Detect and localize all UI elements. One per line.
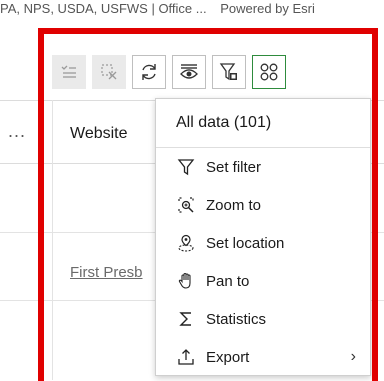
attribution-sources[interactable]: PA, NPS, USDA, USFWS | Office ... bbox=[0, 1, 207, 16]
export-icon bbox=[176, 347, 196, 367]
menu-item-statistics[interactable]: Statistics bbox=[156, 300, 370, 338]
map-attribution: PA, NPS, USDA, USFWS | Office ... Powere… bbox=[0, 0, 384, 18]
menu-item-label: Zoom to bbox=[206, 196, 262, 214]
menu-item-label: Set location bbox=[206, 234, 285, 252]
select-all-icon bbox=[60, 63, 78, 81]
show-selection-icon bbox=[179, 62, 199, 82]
menu-item-set-location[interactable]: Set location bbox=[156, 224, 370, 262]
menu-item-label: Pan to bbox=[206, 272, 250, 290]
set-location-icon bbox=[176, 233, 196, 253]
table-toolbar bbox=[52, 52, 286, 92]
menu-item-label: Set filter bbox=[206, 158, 262, 176]
sigma-icon bbox=[176, 309, 196, 329]
filter-icon bbox=[176, 157, 196, 177]
menu-item-pan-to[interactable]: Pan to bbox=[156, 262, 370, 300]
column-header-website[interactable]: Website bbox=[70, 125, 128, 143]
column-divider bbox=[52, 100, 53, 380]
website-link[interactable]: First Presb bbox=[70, 264, 158, 281]
filter-by-map-extent-icon bbox=[219, 62, 239, 82]
menu-item-export[interactable]: Export › bbox=[156, 338, 370, 376]
clear-selection-icon bbox=[100, 63, 118, 81]
menu-item-label: Statistics bbox=[206, 310, 267, 328]
options-grid-icon bbox=[259, 62, 279, 82]
select-all-button[interactable] bbox=[52, 55, 86, 89]
app-viewport: PA, NPS, USDA, USFWS | Office ... Powere… bbox=[0, 0, 384, 381]
menu-item-label: Export bbox=[206, 348, 250, 366]
filter-by-map-extent-button[interactable] bbox=[212, 55, 246, 89]
pan-hand-icon bbox=[176, 271, 196, 291]
chevron-right-icon: › bbox=[350, 348, 356, 365]
refresh-icon bbox=[139, 62, 159, 82]
menu-all-data-header[interactable]: All data (101) bbox=[156, 99, 370, 148]
column-more-header[interactable]: ... bbox=[8, 121, 26, 142]
show-selection-button[interactable] bbox=[172, 55, 206, 89]
refresh-button[interactable] bbox=[132, 55, 166, 89]
zoom-to-icon bbox=[176, 195, 196, 215]
options-menu: All data (101) Set filter Zoom to Set lo… bbox=[155, 98, 371, 376]
powered-by-esri[interactable]: Powered by Esri bbox=[220, 1, 315, 16]
clear-selection-button[interactable] bbox=[92, 55, 126, 89]
options-button[interactable] bbox=[252, 55, 286, 89]
menu-item-zoom-to[interactable]: Zoom to bbox=[156, 186, 370, 224]
menu-item-set-filter[interactable]: Set filter bbox=[156, 148, 370, 186]
